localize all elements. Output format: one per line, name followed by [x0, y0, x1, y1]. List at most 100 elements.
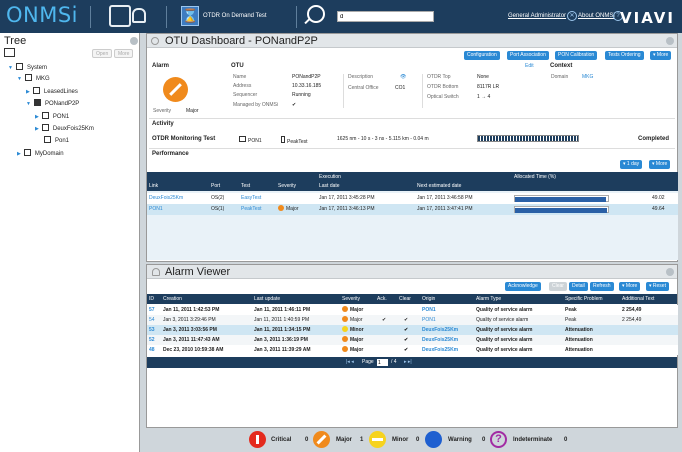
link-cell[interactable]: DeuxFois25Km [149, 193, 183, 204]
origin-cell[interactable]: PON1 [422, 305, 436, 315]
table-row[interactable]: 54 Jan 3, 2011 3:29:46 PM Jan 11, 2011 1:4… [147, 315, 678, 325]
col-last-date[interactable]: Last date [319, 183, 340, 189]
col-link[interactable]: Link [149, 183, 158, 189]
page-input[interactable] [377, 359, 388, 366]
col-port[interactable]: Port [211, 183, 220, 189]
minor-icon [342, 326, 348, 332]
table-row[interactable]: 53 Jan 3, 2011 3:03:56 PM Jan 11, 2011 1:3… [147, 325, 678, 335]
search-icon[interactable] [307, 5, 325, 23]
open-button[interactable]: Open [92, 49, 113, 58]
col-specific-problem[interactable]: Specific Problem [563, 294, 603, 304]
specific-problem-cell: Attenuation [565, 327, 593, 333]
indeterminate-icon: ? [490, 431, 507, 448]
last-date-cell: Jan 17, 2011 3:45:28 PM [319, 195, 375, 201]
user-link[interactable]: General Administrator [508, 13, 566, 19]
col-severity[interactable]: Severity [340, 294, 360, 304]
period-dropdown[interactable]: ▾ 1 day [620, 160, 643, 169]
ack-cell: ✔ [382, 317, 387, 323]
col-additional-text[interactable]: Additional Text [620, 294, 654, 304]
refresh-button[interactable]: Refresh [590, 282, 614, 291]
table-row[interactable]: 48 Dec 23, 2010 10:59:38 AM Jan 3, 2011 11… [147, 345, 678, 355]
domain-icon [32, 87, 40, 94]
clear-cell: ✔ [404, 327, 409, 333]
central-office-label: Central Office [348, 85, 379, 91]
tree-node-ponandp2p[interactable]: ▼ PONandP2P [26, 99, 79, 108]
hierarchy-icon[interactable] [4, 48, 15, 57]
tree-node-leasedlines[interactable]: ▶ LeasedLines [26, 87, 78, 96]
col-ack[interactable]: Ack. [375, 294, 387, 304]
col-id[interactable]: ID [147, 294, 154, 304]
tree-node-deuxfois25km[interactable]: ▶ DeuxFois25Km [35, 124, 94, 133]
first-page-icon[interactable]: |◂ ◂ [346, 357, 354, 368]
clear-cell: ✔ [404, 347, 409, 353]
specific-problem-cell: Peak [565, 307, 577, 313]
dashboard-collapse-icon[interactable] [666, 37, 674, 45]
port-association-button[interactable]: Port Association [507, 51, 549, 60]
allocated-bar [514, 206, 609, 213]
test-cell[interactable]: PeakTest [241, 204, 262, 215]
next-page-icon[interactable]: ▸ ▸| [404, 357, 412, 368]
tree-node-mydomain[interactable]: ▶ MyDomain [17, 149, 64, 158]
dashboard-icon[interactable] [109, 5, 131, 27]
link-cell[interactable]: PON1 [149, 204, 163, 215]
otdr-icon[interactable]: ⌛ [181, 6, 199, 26]
origin-cell[interactable]: DeuxFois25Km [422, 345, 458, 355]
alarm-viewer-collapse-icon[interactable] [666, 268, 674, 276]
alarm-id-cell[interactable]: 48 [149, 345, 155, 355]
creation-cell: Jan 11, 2011 1:42:53 PM [163, 307, 220, 313]
col-clear[interactable]: Clear [397, 294, 411, 304]
col-alarm-type[interactable]: Alarm Type [474, 294, 501, 304]
origin-cell[interactable]: DeuxFois25Km [422, 325, 458, 335]
tree-node-mkg[interactable]: ▼ MKG [17, 74, 50, 83]
edit-link[interactable]: Edit [525, 63, 534, 69]
close-icon[interactable]: ✕ [567, 11, 577, 21]
configuration-button[interactable]: Configuration [464, 51, 500, 60]
col-last-update[interactable]: Last update [252, 294, 280, 304]
severity-cell: Major [342, 335, 363, 345]
alarm-more-button[interactable]: ▾ More [619, 282, 641, 291]
creation-cell: Dec 23, 2010 10:59:38 AM [163, 347, 224, 353]
link-icon [41, 112, 49, 119]
col-creation[interactable]: Creation [161, 294, 182, 304]
clear-button[interactable]: Clear [549, 282, 567, 291]
detail-button[interactable]: Detail [569, 282, 588, 291]
otdr-top-label: OTDR Top [427, 74, 451, 80]
tree-node-system[interactable]: ▼ System [8, 63, 47, 72]
about-link[interactable]: About ONMSi [578, 13, 615, 19]
table-row[interactable]: DeuxFois25Km OS(2) EasyTest Jan 17, 2011… [147, 193, 678, 204]
origin-cell[interactable]: PON1 [422, 315, 436, 325]
tree-collapse-icon[interactable] [130, 37, 138, 45]
description-view-icon[interactable]: 👁 [400, 74, 406, 80]
origin-cell[interactable]: DeuxFois25Km [422, 335, 458, 345]
reset-button[interactable]: ▾ Reset [646, 282, 669, 291]
alarm-id-cell[interactable]: 57 [149, 305, 155, 315]
test-cell[interactable]: EasyTest [241, 193, 261, 204]
domain-label: Domain [551, 74, 569, 80]
tests-ordering-button[interactable]: Tests Ordering [605, 51, 644, 60]
alarm-id-cell[interactable]: 52 [149, 335, 155, 345]
acknowledge-button[interactable]: Acknowledge [505, 282, 541, 291]
col-next-date[interactable]: Next estimated date [417, 183, 461, 189]
dashboard-header: OTU Dashboard - PONandP2P [147, 34, 677, 48]
tree-node-pon1-port[interactable]: Pon1 [44, 136, 69, 145]
alarm-id-cell[interactable]: 54 [149, 315, 155, 325]
otdr-top-value: None [477, 74, 489, 80]
page-total: / 4 [391, 359, 397, 365]
more-button[interactable]: ▾ More [650, 51, 672, 60]
bell-icon[interactable] [132, 8, 146, 23]
pon-calibration-button[interactable]: PON Calibration [555, 51, 598, 60]
performance-more-button[interactable]: ▾ More [649, 160, 671, 169]
domain-link[interactable]: MKG [582, 74, 593, 80]
col-severity[interactable]: Severity [278, 183, 296, 189]
table-row[interactable]: PON1 OS(1) PeakTest Major Jan 17, 2011 3… [147, 204, 678, 215]
alarm-id-cell[interactable]: 53 [149, 325, 155, 335]
port-icon [44, 136, 51, 143]
otdr-on-demand-link[interactable]: OTDR On Demand Test [203, 13, 267, 19]
col-test[interactable]: Test [241, 183, 250, 189]
more-button[interactable]: More [114, 49, 134, 58]
search-input[interactable] [337, 11, 434, 22]
table-row[interactable]: 57 Jan 11, 2011 1:42:53 PM Jan 11, 2011 1:… [147, 305, 678, 315]
col-origin[interactable]: Origin [420, 294, 435, 304]
table-row[interactable]: 52 Jan 3, 2011 11:47:43 AM Jan 3, 2011 1:3… [147, 335, 678, 345]
tree-node-pon1[interactable]: ▶ PON1 [35, 112, 69, 121]
